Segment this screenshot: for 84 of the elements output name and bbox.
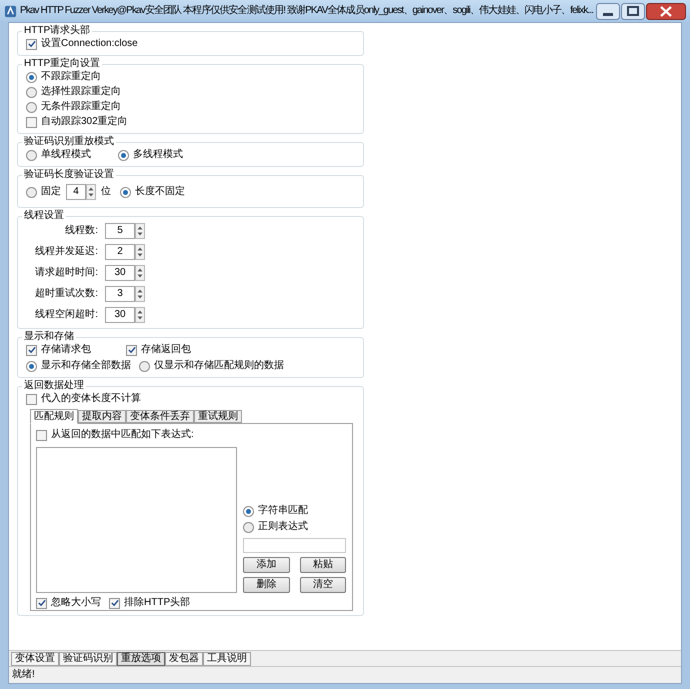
- radio-button[interactable]: [26, 150, 37, 160]
- number-field[interactable]: 2: [105, 244, 135, 260]
- tab[interactable]: 工具说明: [203, 652, 251, 666]
- radio-button[interactable]: [139, 360, 150, 372]
- list-box[interactable]: [36, 447, 237, 593]
- radio-label: 仅显示和存储匹配规则的数据: [154, 360, 284, 372]
- spin-arrows-icon[interactable]: [135, 223, 145, 239]
- radio-label: 长度不固定: [135, 186, 185, 198]
- tab[interactable]: 重试规则: [194, 410, 242, 423]
- number-field[interactable]: 30: [105, 265, 135, 281]
- text-input[interactable]: [243, 538, 346, 553]
- checkbox[interactable]: [36, 430, 47, 440]
- radio-button[interactable]: [26, 72, 37, 82]
- radio-label: 字符串匹配: [258, 505, 308, 517]
- radio-button[interactable]: [118, 150, 129, 160]
- maximize-icon[interactable]: [621, 2, 645, 20]
- field-label: 超时重试次数:: [34, 288, 98, 300]
- checkbox-label: 存储请求包: [41, 344, 91, 356]
- number-field[interactable]: 30: [105, 307, 135, 323]
- radio-label: 不跟踪重定向: [41, 71, 101, 83]
- checkbox[interactable]: [26, 394, 37, 404]
- radio-label: 无条件跟踪重定向: [41, 101, 121, 113]
- field-label: 请求超时时间:: [34, 267, 98, 279]
- group-title: HTTP请求头部: [23, 25, 92, 37]
- radio-label: 显示和存储全部数据: [41, 360, 131, 372]
- group-title: 线程设置: [23, 210, 65, 222]
- checkbox[interactable]: [26, 116, 37, 128]
- spin-arrows-icon[interactable]: [135, 244, 145, 260]
- tab[interactable]: 变体设置: [11, 652, 59, 666]
- status-text: 就绪!: [12, 669, 35, 681]
- number-field[interactable]: 4: [66, 184, 86, 200]
- checkbox[interactable]: [26, 38, 37, 50]
- action-button[interactable]: 添加: [243, 557, 290, 573]
- field-label: 线程数:: [64, 225, 98, 237]
- checkbox-label: 代入的变体长度不计算: [41, 393, 141, 405]
- spin-arrows-icon[interactable]: [135, 286, 145, 302]
- radio-label: 单线程模式: [41, 149, 91, 161]
- radio-button[interactable]: [26, 86, 37, 98]
- radio-label: 正则表达式: [258, 521, 308, 533]
- radio-button[interactable]: [26, 360, 37, 372]
- checkbox[interactable]: [126, 344, 137, 356]
- tab[interactable]: 提取内容: [78, 410, 126, 423]
- minimize-icon[interactable]: [596, 2, 620, 20]
- spin-arrows-icon[interactable]: [86, 184, 96, 200]
- unit-label: 位: [101, 186, 111, 198]
- checkbox-label: 自动跟踪302重定向: [41, 116, 128, 128]
- radio-button[interactable]: [120, 186, 131, 198]
- window-title: Pkav HTTP Fuzzer Verkey@Pkav安全团队 本程序仅供安全测试使用! 致谢PKAV全体成员only_guest、gainover、sogili、伟大娃娃、闪电小子、felixk...: [20, 5, 594, 16]
- radio-label: 多线程模式: [133, 149, 183, 161]
- field-label: 线程并发延迟:: [34, 246, 98, 258]
- checkbox-label: 忽略大小写: [51, 597, 101, 609]
- checkbox-label: 排除HTTP头部: [124, 597, 190, 609]
- group-title: 返回数据处理: [23, 380, 85, 392]
- checkbox[interactable]: [109, 598, 120, 608]
- spin-arrows-icon[interactable]: [135, 265, 145, 281]
- tab[interactable]: 验证码识别: [59, 652, 117, 666]
- radio-button[interactable]: [26, 186, 37, 198]
- number-field[interactable]: 3: [105, 286, 135, 302]
- group-title: 显示和存储: [23, 331, 75, 343]
- checkbox-label: 存储返回包: [141, 344, 191, 356]
- radio-label: 固定: [41, 186, 61, 198]
- group-title: HTTP重定向设置: [23, 58, 102, 70]
- action-button[interactable]: 清空: [300, 577, 346, 593]
- field-label: 线程空闲超时:: [34, 309, 98, 321]
- close-icon[interactable]: [646, 2, 686, 20]
- radio-button[interactable]: [243, 522, 254, 532]
- tab[interactable]: 发包器: [165, 652, 203, 666]
- group-title: 验证码长度验证设置: [23, 169, 115, 181]
- number-field[interactable]: 5: [105, 223, 135, 239]
- checkbox-label: 设置Connection:close: [41, 38, 138, 50]
- tab[interactable]: 匹配规则: [30, 409, 78, 424]
- checkbox[interactable]: [36, 598, 47, 608]
- tab[interactable]: 重放选项: [117, 652, 165, 666]
- checkbox[interactable]: [26, 344, 37, 356]
- spin-arrows-icon[interactable]: [135, 307, 145, 323]
- action-button[interactable]: 粘贴: [300, 557, 346, 573]
- radio-button[interactable]: [243, 506, 254, 516]
- tab[interactable]: 变体条件丢弃: [126, 410, 194, 423]
- radio-button[interactable]: [26, 102, 37, 112]
- radio-label: 选择性跟踪重定向: [41, 86, 121, 98]
- app-icon: [4, 4, 17, 18]
- checkbox-label: 从返回的数据中匹配如下表达式:: [51, 429, 194, 441]
- action-button[interactable]: 删除: [243, 577, 290, 593]
- group-title: 验证码识别重放模式: [23, 136, 115, 148]
